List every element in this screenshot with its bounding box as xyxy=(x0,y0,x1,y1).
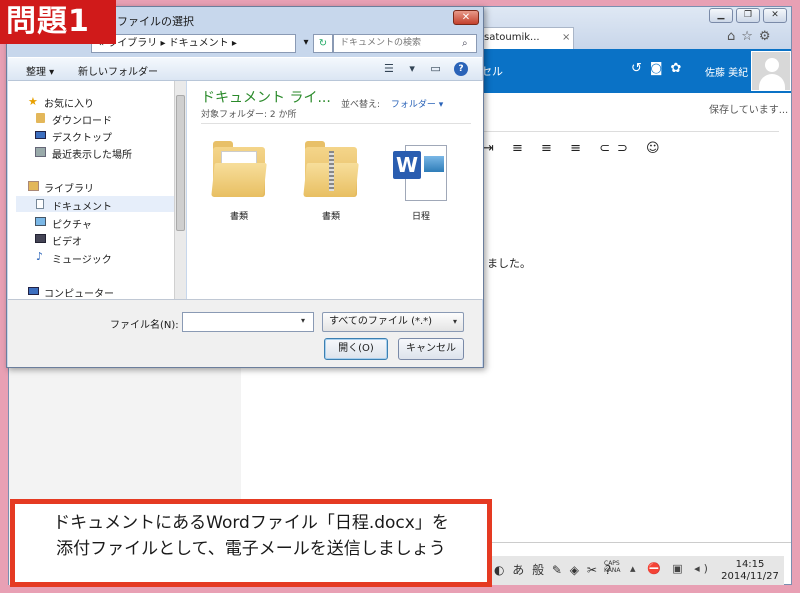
library-title: ドキュメント ライ... xyxy=(201,90,331,106)
user-name[interactable]: 佐藤 美紀 xyxy=(705,64,748,79)
navigation-pane: ★ お気に入り ダウンロード デスクトップ 最近表示した場所 ライブラリ ドキュ… xyxy=(8,81,174,299)
sort-value[interactable]: フォルダー ▾ xyxy=(391,100,443,110)
browser-tab-label: satoumik... xyxy=(484,32,540,43)
file-dialog: ファイルの選択 ✕ « ライブラリ ▸ ドキュメント ▸ ▾ ↻ ドキュメントの… xyxy=(6,6,484,368)
cancel-button[interactable]: キャンセル xyxy=(398,338,464,360)
instruction-line-1: ドキュメントにあるWordファイル「日程.docx」を xyxy=(53,513,449,533)
nav-downloads[interactable]: ダウンロード xyxy=(52,112,112,127)
library-icon xyxy=(28,181,39,191)
nav-libraries[interactable]: ライブラリ xyxy=(44,180,94,195)
word-logo: W xyxy=(393,151,421,179)
clock-time: 14:15 xyxy=(735,559,765,570)
search-icon[interactable]: ⌕ xyxy=(462,35,468,52)
sort-control[interactable]: 並べ替え: フォルダー ▾ xyxy=(341,97,443,110)
dialog-footer: ファイル名(N): ▾ すべてのファイル (*.*) ▾ 開く(O) キャンセル xyxy=(8,299,482,367)
organize-button[interactable]: 整理 ▾ xyxy=(26,63,54,78)
message-body-text[interactable]: ました。 xyxy=(487,255,531,271)
file-label[interactable]: 書類 xyxy=(209,209,269,222)
nav-videos[interactable]: ビデオ xyxy=(52,233,82,248)
format-toolbar[interactable]: ⇥ ≡ ≡ ≡ ⊂⊃ ☺ xyxy=(483,141,667,156)
command-bar: 整理 ▾ 新しいフォルダー ☰ ▾ ▭ ? xyxy=(8,57,482,81)
file-type-select[interactable]: すべてのファイル (*.*) ▾ xyxy=(322,312,464,332)
nav-favorites[interactable]: お気に入り xyxy=(44,95,94,110)
nav-recent[interactable]: 最近表示した場所 xyxy=(52,146,132,161)
star-icon: ★ xyxy=(28,95,38,108)
filename-input[interactable]: ▾ xyxy=(182,312,314,332)
view-options-icon[interactable]: ☰ ▾ ▭ xyxy=(384,62,447,75)
window-close-button[interactable]: ✕ xyxy=(763,8,787,23)
taskbar: ◐ あ 般 ✎ ◈ ✂ ? CAPS KANA ▴ ⛔ ▣ ◂) 14:15 2… xyxy=(488,556,784,585)
videos-icon xyxy=(35,234,46,243)
new-folder-button[interactable]: 新しいフォルダー xyxy=(78,63,158,78)
document-icon xyxy=(36,199,44,209)
download-folder-icon xyxy=(36,113,45,123)
instruction-line-2: 添付ファイルとして、電子メールを送信しましょう xyxy=(56,539,446,559)
avatar[interactable] xyxy=(751,51,791,91)
search-input[interactable]: ドキュメントの検索 ⌕ xyxy=(333,34,477,53)
file-label[interactable]: 書類 xyxy=(301,209,361,222)
address-bar[interactable]: « ライブラリ ▸ ドキュメント ▸ xyxy=(91,34,296,53)
dialog-title: ファイルの選択 xyxy=(117,15,194,28)
zip-folder-icon[interactable] xyxy=(303,141,359,197)
question-badge: 問題1 xyxy=(0,0,116,44)
clock-date: 2014/11/27 xyxy=(721,571,779,582)
caps-kana-indicator: CAPS KANA xyxy=(604,560,621,574)
divider xyxy=(483,131,779,132)
file-list: ドキュメント ライ... 対象フォルダー: 2 か所 並べ替え: フォルダー ▾… xyxy=(187,81,483,299)
pictures-icon xyxy=(35,217,46,226)
avatar-head-icon xyxy=(765,58,779,72)
recent-places-icon xyxy=(35,147,46,157)
browser-tab[interactable]: satoumik... × xyxy=(479,27,574,49)
nav-desktop[interactable]: デスクトップ xyxy=(52,129,112,144)
library-subtitle[interactable]: 対象フォルダー: 2 か所 xyxy=(201,107,296,120)
folder-icon[interactable] xyxy=(211,141,267,197)
nav-scrollbar-thumb[interactable] xyxy=(176,95,185,231)
saving-status: 保存しています... xyxy=(709,105,789,116)
file-label[interactable]: 日程 xyxy=(391,209,451,222)
instruction-box: ドキュメントにあるWordファイル「日程.docx」を 添付ファイルとして、電子… xyxy=(10,499,492,587)
sort-label: 並べ替え: xyxy=(341,100,381,110)
file-type-value: すべてのファイル (*.*) xyxy=(329,316,433,327)
chevron-down-icon[interactable]: ▾ xyxy=(453,313,457,331)
refresh-icon[interactable]: ↻ xyxy=(313,34,333,53)
tray-icons[interactable]: ◐ あ 般 ✎ ◈ ✂ ? xyxy=(494,561,613,578)
appbar-icons[interactable]: ↺◙✿ xyxy=(631,61,689,76)
desktop-icon xyxy=(35,131,46,139)
appbar-selection-text: セル xyxy=(481,65,503,78)
dialog-close-button[interactable]: ✕ xyxy=(453,10,479,25)
word-document-icon[interactable]: W xyxy=(393,141,449,205)
search-placeholder: ドキュメントの検索 xyxy=(340,38,422,48)
nav-documents[interactable]: ドキュメント xyxy=(52,198,112,213)
chevron-down-icon[interactable]: ▾ xyxy=(301,316,305,325)
tab-close-icon[interactable]: × xyxy=(562,28,570,48)
music-icon: ♪ xyxy=(36,250,44,263)
nav-music[interactable]: ミュージック xyxy=(52,251,112,266)
open-button[interactable]: 開く(O) xyxy=(324,338,388,360)
browser-nav-icons[interactable]: ⌂☆⚙ xyxy=(727,29,777,44)
address-dropdown-icon[interactable]: ▾ xyxy=(298,34,314,53)
help-icon[interactable]: ? xyxy=(454,62,468,76)
clock[interactable]: 14:15 2014/11/27 xyxy=(720,559,780,583)
divider xyxy=(201,123,471,124)
avatar-body-icon xyxy=(759,74,785,90)
maximize-button[interactable]: ❐ xyxy=(736,8,760,23)
nav-pictures[interactable]: ピクチャ xyxy=(52,216,92,231)
caps-label: CAPS xyxy=(604,560,620,567)
kana-label: KANA xyxy=(604,567,621,574)
nav-computer[interactable]: コンピューター xyxy=(44,285,114,297)
minimize-button[interactable]: ▁ xyxy=(709,8,733,23)
nav-scrollbar[interactable] xyxy=(174,81,186,299)
filename-label: ファイル名(N): xyxy=(110,320,179,331)
tray-icons-right[interactable]: ▴ ⛔ ▣ ◂) xyxy=(630,562,712,575)
computer-icon xyxy=(28,287,39,295)
